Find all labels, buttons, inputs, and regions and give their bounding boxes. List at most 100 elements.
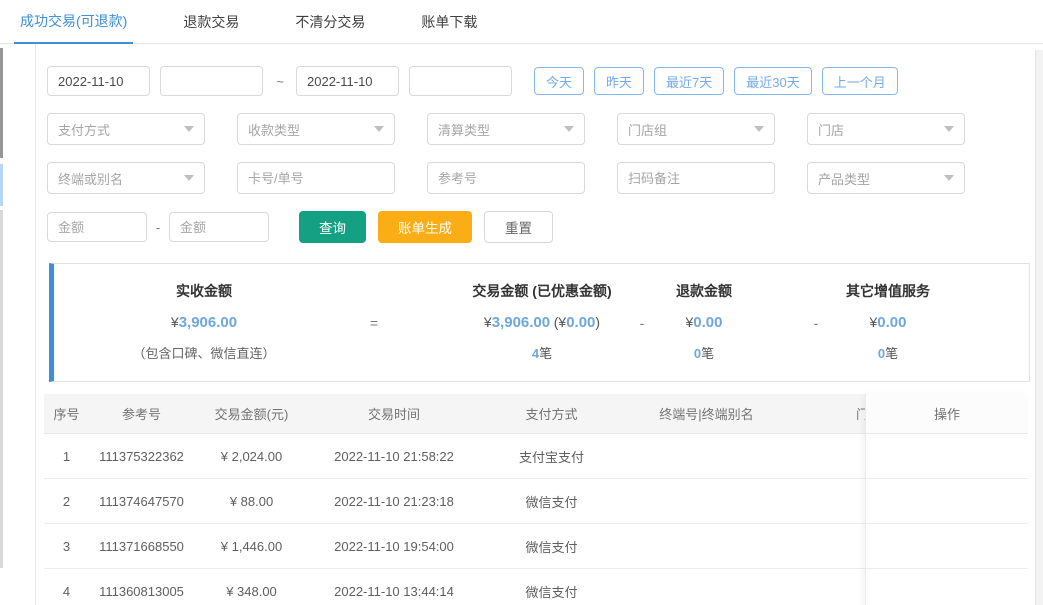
filter-and-results-panel: ~ 今天 昨天 最近7天 最近30天 上一个月 支付方式 收款类型 清算类型 (35, 44, 1043, 605)
cell-reference: 111360813005 (99, 583, 184, 599)
quick-range-last30days-button[interactable]: 最近30天 (734, 67, 812, 95)
header-action: 操作 (866, 394, 1028, 434)
cell-action (866, 434, 1028, 479)
cell-amount: ¥ 348.00 (226, 583, 277, 599)
cell-time: 2022-11-10 13:44:14 (334, 583, 454, 599)
chevron-down-icon (374, 126, 384, 132)
cell-reference: 111374647570 (99, 493, 184, 509)
date-filter-row: ~ 今天 昨天 最近7天 最近30天 上一个月 (47, 66, 1043, 96)
store-group-select[interactable]: 门店组 (617, 113, 775, 145)
payment-method-select[interactable]: 支付方式 (47, 113, 205, 145)
left-edge-sliver-highlight (0, 164, 3, 206)
product-type-select[interactable]: 产品类型 (807, 162, 965, 194)
header-payment-method: 支付方式 (525, 407, 578, 422)
chevron-down-icon (184, 126, 194, 132)
cell-index: 3 (62, 538, 71, 554)
cell-index: 1 (62, 448, 71, 464)
received-amount-summary: 实收金额 ¥3,906.00 （包含口碑、微信直连） (54, 276, 354, 369)
cell-action (866, 479, 1028, 524)
quick-range-last-month-button[interactable]: 上一个月 (821, 67, 898, 95)
received-amount-note: （包含口碑、微信直连） (132, 346, 276, 361)
quick-range-last7days-button[interactable]: 最近7天 (654, 67, 725, 95)
chevron-down-icon (184, 175, 194, 181)
value-added-value: ¥0.00 (869, 314, 907, 331)
header-time: 交易时间 (367, 407, 420, 422)
summary-panel: 实收金额 ¥3,906.00 （包含口碑、微信直连） = 交易金额 (已优惠金额… (49, 263, 1030, 382)
cell-reference: 111371668550 (99, 538, 184, 554)
transaction-count: 4笔 (531, 346, 553, 361)
start-time-input[interactable] (160, 66, 263, 96)
query-button[interactable]: 查询 (299, 211, 366, 243)
minus-separator: - (813, 314, 819, 331)
refund-amount-label: 退款金额 (676, 283, 732, 299)
quick-range-today-button[interactable]: 今天 (534, 67, 585, 95)
cell-terminal (624, 569, 789, 605)
value-added-label: 其它增值服务 (846, 283, 930, 299)
amount-min-input[interactable] (47, 212, 147, 242)
cell-time: 2022-11-10 21:23:18 (334, 493, 454, 509)
cell-index: 4 (62, 583, 71, 599)
cell-time: 2022-11-10 21:58:22 (334, 448, 454, 464)
amount-action-row: - 查询 账单生成 重置 (47, 211, 1043, 243)
cell-payment-method: 微信支付 (525, 494, 578, 510)
equals-separator: = (369, 314, 379, 331)
end-time-input[interactable] (409, 66, 512, 96)
start-date-input[interactable] (47, 66, 150, 96)
tab-success-transactions[interactable]: 成功交易(可退款) (14, 0, 134, 44)
text-filter-row: 终端或别名 产品类型 (47, 162, 1043, 194)
amount-range-separator: - (155, 219, 161, 235)
end-date-input[interactable] (296, 66, 399, 96)
chevron-down-icon (564, 126, 574, 132)
chevron-down-icon (754, 126, 764, 132)
value-added-summary: 其它增值服务 ¥0.00 0笔 (828, 276, 948, 369)
cell-payment-method: 支付宝支付 (518, 449, 584, 465)
cell-terminal (624, 434, 789, 478)
left-edge-sliver (0, 210, 3, 568)
tab-bill-download[interactable]: 账单下载 (415, 1, 483, 43)
refund-count: 0笔 (693, 346, 715, 361)
cell-action (866, 569, 1028, 605)
reference-number-input[interactable] (427, 162, 585, 194)
vertical-scrollbar-track (1035, 50, 1043, 605)
store-select[interactable]: 门店 (807, 113, 965, 145)
transaction-amount-label: 交易金额 (已优惠金额) (472, 283, 612, 299)
cell-time: 2022-11-10 19:54:00 (334, 538, 454, 554)
value-added-count: 0笔 (877, 346, 899, 361)
cell-terminal (624, 524, 789, 568)
cell-amount: ¥ 2,024.00 (220, 448, 283, 464)
transactions-table: 序号 参考号 交易金额(元) 交易时间 支付方式 终端号|终端别名 门店 1 1… (44, 394, 1028, 605)
transaction-query-page: 成功交易(可退款) 退款交易 不清分交易 账单下载 ~ 今天 昨天 最近7天 最… (0, 0, 1043, 605)
header-terminal: 终端号|终端别名 (659, 407, 754, 422)
tab-bar: 成功交易(可退款) 退款交易 不清分交易 账单下载 (0, 0, 1043, 44)
cell-payment-method: 微信支付 (525, 539, 578, 555)
amount-max-input[interactable] (169, 212, 269, 242)
cell-amount: ¥ 1,446.00 (220, 538, 283, 554)
fixed-action-column: 操作 (865, 394, 1028, 605)
terminal-alias-select[interactable]: 终端或别名 (47, 162, 205, 194)
card-number-input[interactable] (237, 162, 395, 194)
settlement-type-select[interactable]: 清算类型 (427, 113, 585, 145)
payee-type-select[interactable]: 收款类型 (237, 113, 395, 145)
date-range-separator: ~ (276, 73, 284, 89)
cell-terminal (624, 479, 789, 523)
transaction-amount-summary: 交易金额 (已优惠金额) ¥3,906.00 (¥0.00) 4笔 (454, 276, 630, 369)
bill-generate-button[interactable]: 账单生成 (378, 211, 472, 243)
chevron-down-icon (944, 126, 954, 132)
cell-action (866, 524, 1028, 569)
tab-refund-transactions[interactable]: 退款交易 (177, 1, 245, 43)
cell-amount: ¥ 88.00 (229, 493, 274, 509)
header-index: 序号 (53, 407, 80, 422)
refund-amount-summary: 退款金额 ¥0.00 0笔 (654, 276, 754, 369)
tab-unsettled-transactions[interactable]: 不清分交易 (289, 1, 371, 43)
scan-code-note-input[interactable] (617, 162, 775, 194)
minus-separator: - (639, 314, 645, 331)
transaction-amount-value: ¥3,906.00 (¥0.00) (483, 314, 601, 331)
header-reference: 参考号 (121, 407, 161, 422)
received-amount-value: ¥3,906.00 (170, 314, 238, 331)
left-edge-sliver (0, 48, 3, 158)
refund-amount-value: ¥0.00 (685, 314, 723, 331)
select-filter-row: 支付方式 收款类型 清算类型 门店组 门店 (47, 113, 1043, 145)
quick-range-yesterday-button[interactable]: 昨天 (594, 67, 645, 95)
reset-button[interactable]: 重置 (484, 211, 553, 243)
header-amount: 交易金额(元) (214, 407, 289, 422)
